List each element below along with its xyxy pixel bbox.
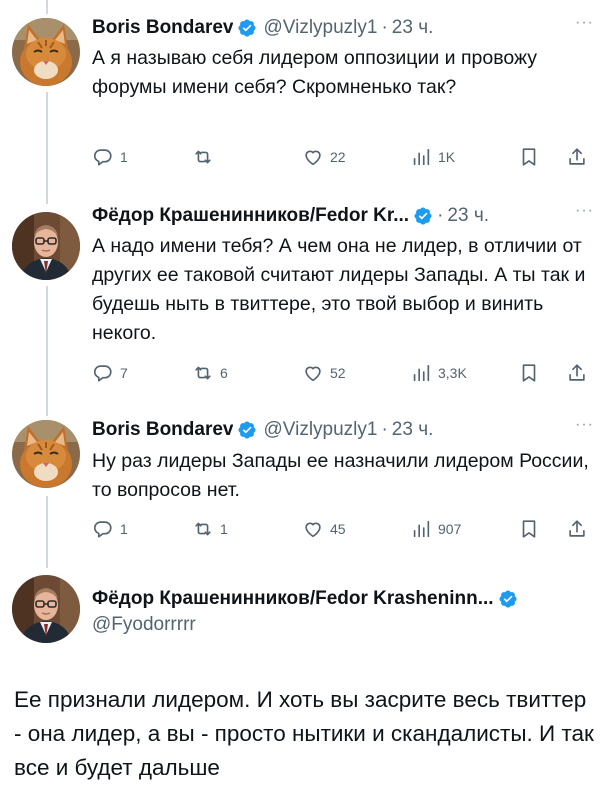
- heart-icon: [302, 362, 324, 384]
- view-count: 907: [438, 521, 462, 537]
- man-avatar-icon: [12, 575, 80, 643]
- author-handle[interactable]: @Fyodorrrrr: [92, 614, 196, 636]
- avatar[interactable]: [12, 212, 80, 280]
- cat-avatar-icon: [12, 18, 80, 86]
- timestamp[interactable]: 23 ч.: [447, 205, 489, 227]
- heart-icon: [302, 518, 324, 540]
- action-bar: 1 1 45 907: [92, 518, 592, 542]
- thread-line: [46, 0, 48, 14]
- thread-line: [46, 496, 48, 568]
- repost-button[interactable]: [192, 146, 220, 168]
- reply-count: 1: [120, 521, 128, 537]
- tweet-header: Фёдор Крашенинников/Fedor Kr... · 23 ч. …: [92, 202, 594, 230]
- verified-badge-icon[interactable]: [237, 18, 257, 38]
- timestamp[interactable]: 23 ч.: [392, 419, 434, 441]
- author-name[interactable]: Boris Bondarev: [92, 419, 233, 441]
- avatar[interactable]: [12, 18, 80, 86]
- thread-line: [46, 92, 48, 204]
- verified-badge-icon[interactable]: [498, 589, 518, 609]
- main-tweet-text: Ее признали лидером. И хоть вы засрите в…: [14, 687, 594, 780]
- cat-avatar-icon: [12, 420, 80, 488]
- share-icon: [566, 146, 588, 168]
- repost-icon: [192, 146, 214, 168]
- action-bar: 1 22 1K: [92, 146, 592, 170]
- verified-badge-icon[interactable]: [413, 206, 433, 226]
- reply-icon: [92, 146, 114, 168]
- reply-button[interactable]: 1: [92, 518, 128, 540]
- like-button[interactable]: 22: [302, 146, 346, 168]
- tweet-text: А я называю себя лидером оппозиции и про…: [92, 47, 538, 98]
- tweet-header: Boris Bondarev @Vizlypuzly1 · 23 ч. ···: [92, 416, 594, 444]
- like-count: 45: [330, 521, 346, 537]
- tweet-text: А надо имени тебя? А чем она не лидер, в…: [92, 235, 586, 344]
- separator-dot: ·: [381, 419, 388, 440]
- bookmark-icon: [518, 362, 540, 384]
- views-icon: [410, 146, 432, 168]
- share-icon: [566, 518, 588, 540]
- verified-badge-icon[interactable]: [237, 420, 257, 440]
- reply-icon: [92, 518, 114, 540]
- separator-dot: ·: [381, 17, 388, 38]
- share-button[interactable]: [566, 146, 588, 168]
- share-button[interactable]: [566, 518, 588, 540]
- main-tweet-header: Фёдор Крашенинников/Fedor Krasheninn...: [92, 586, 594, 612]
- timestamp[interactable]: 23 ч.: [392, 17, 434, 39]
- bookmark-icon: [518, 518, 540, 540]
- author-handle[interactable]: @Vizlypuzly1: [263, 419, 377, 441]
- repost-button[interactable]: 6: [192, 362, 228, 384]
- author-name[interactable]: Фёдор Крашенинников/Fedor Krasheninn...: [92, 588, 494, 610]
- views-button[interactable]: 1K: [410, 146, 455, 168]
- like-count: 22: [330, 149, 346, 165]
- more-options-icon[interactable]: ···: [575, 14, 594, 32]
- view-count: 1K: [438, 149, 456, 165]
- like-button[interactable]: 52: [302, 362, 346, 384]
- repost-icon: [192, 518, 214, 540]
- reply-count: 7: [120, 365, 128, 381]
- like-count: 52: [330, 365, 346, 381]
- reply-icon: [92, 362, 114, 384]
- bookmark-button[interactable]: [518, 362, 540, 384]
- avatar[interactable]: [12, 575, 80, 643]
- views-button[interactable]: 3,3K: [410, 362, 467, 384]
- bookmark-button[interactable]: [518, 146, 540, 168]
- repost-icon: [192, 362, 214, 384]
- reply-button[interactable]: 1: [92, 146, 128, 168]
- share-icon: [566, 362, 588, 384]
- views-icon: [410, 518, 432, 540]
- heart-icon: [302, 146, 324, 168]
- author-name[interactable]: Фёдор Крашенинников/Fedor Kr...: [92, 205, 409, 227]
- action-bar: 7 6 52 3,3K: [92, 362, 592, 386]
- author-handle[interactable]: @Vizlypuzly1: [263, 17, 377, 39]
- more-options-icon[interactable]: ···: [575, 416, 594, 434]
- repost-count: 1: [220, 521, 228, 537]
- repost-button[interactable]: 1: [192, 518, 228, 540]
- bookmark-icon: [518, 146, 540, 168]
- reply-button[interactable]: 7: [92, 362, 128, 384]
- view-count: 3,3K: [438, 365, 467, 381]
- reply-count: 1: [120, 149, 128, 165]
- author-name[interactable]: Boris Bondarev: [92, 17, 233, 39]
- views-icon: [410, 362, 432, 384]
- tweet-header: Boris Bondarev @Vizlypuzly1 · 23 ч. ···: [92, 14, 594, 42]
- views-button[interactable]: 907: [410, 518, 461, 540]
- man-avatar-icon: [12, 212, 80, 280]
- separator-dot: ·: [437, 205, 444, 226]
- avatar[interactable]: [12, 420, 80, 488]
- tweet-text: Ну раз лидеры Запады ее назначили лидеро…: [92, 450, 589, 501]
- repost-count: 6: [220, 365, 228, 381]
- more-options-icon[interactable]: ···: [575, 202, 594, 220]
- like-button[interactable]: 45: [302, 518, 346, 540]
- share-button[interactable]: [566, 362, 588, 384]
- bookmark-button[interactable]: [518, 518, 540, 540]
- thread-line: [46, 286, 48, 416]
